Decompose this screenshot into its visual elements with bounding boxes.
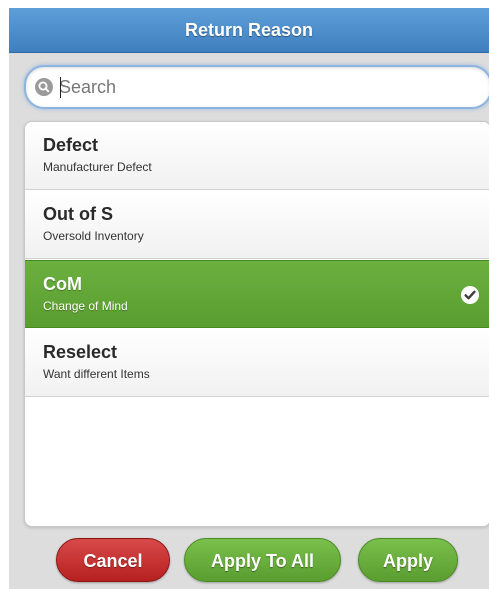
search-input[interactable] — [59, 73, 479, 101]
text-cursor — [60, 77, 61, 98]
reason-description: Manufacturer Defect — [43, 160, 152, 174]
reason-code: Out of S — [43, 204, 113, 224]
reason-item-out-of-stock[interactable]: Out of S Oversold Inventory — [25, 191, 489, 259]
reason-item-com[interactable]: CoM Change of Mind — [25, 260, 489, 328]
reason-list: Defect Manufacturer Defect Out of S Over… — [24, 121, 489, 527]
reason-description: Oversold Inventory — [43, 229, 144, 243]
check-circle-icon — [461, 286, 479, 304]
reason-code: CoM — [43, 274, 82, 294]
reason-item-reselect[interactable]: Reselect Want different Items — [25, 329, 489, 397]
apply-to-all-button[interactable]: Apply To All — [184, 538, 341, 582]
dialog-title: Return Reason — [9, 8, 489, 53]
reason-description: Want different Items — [43, 367, 150, 381]
search-box[interactable] — [24, 65, 489, 109]
reason-code: Reselect — [43, 342, 118, 362]
apply-button[interactable]: Apply — [358, 538, 458, 582]
reason-code: Defect — [43, 135, 99, 155]
cancel-button[interactable]: Cancel — [56, 538, 170, 582]
dialog-frame: Return Reason Defect Manufacturer Defect… — [9, 8, 489, 589]
reason-item-defect[interactable]: Defect Manufacturer Defect — [25, 122, 489, 190]
reason-description: Change of Mind — [43, 299, 128, 313]
search-icon — [35, 78, 53, 96]
